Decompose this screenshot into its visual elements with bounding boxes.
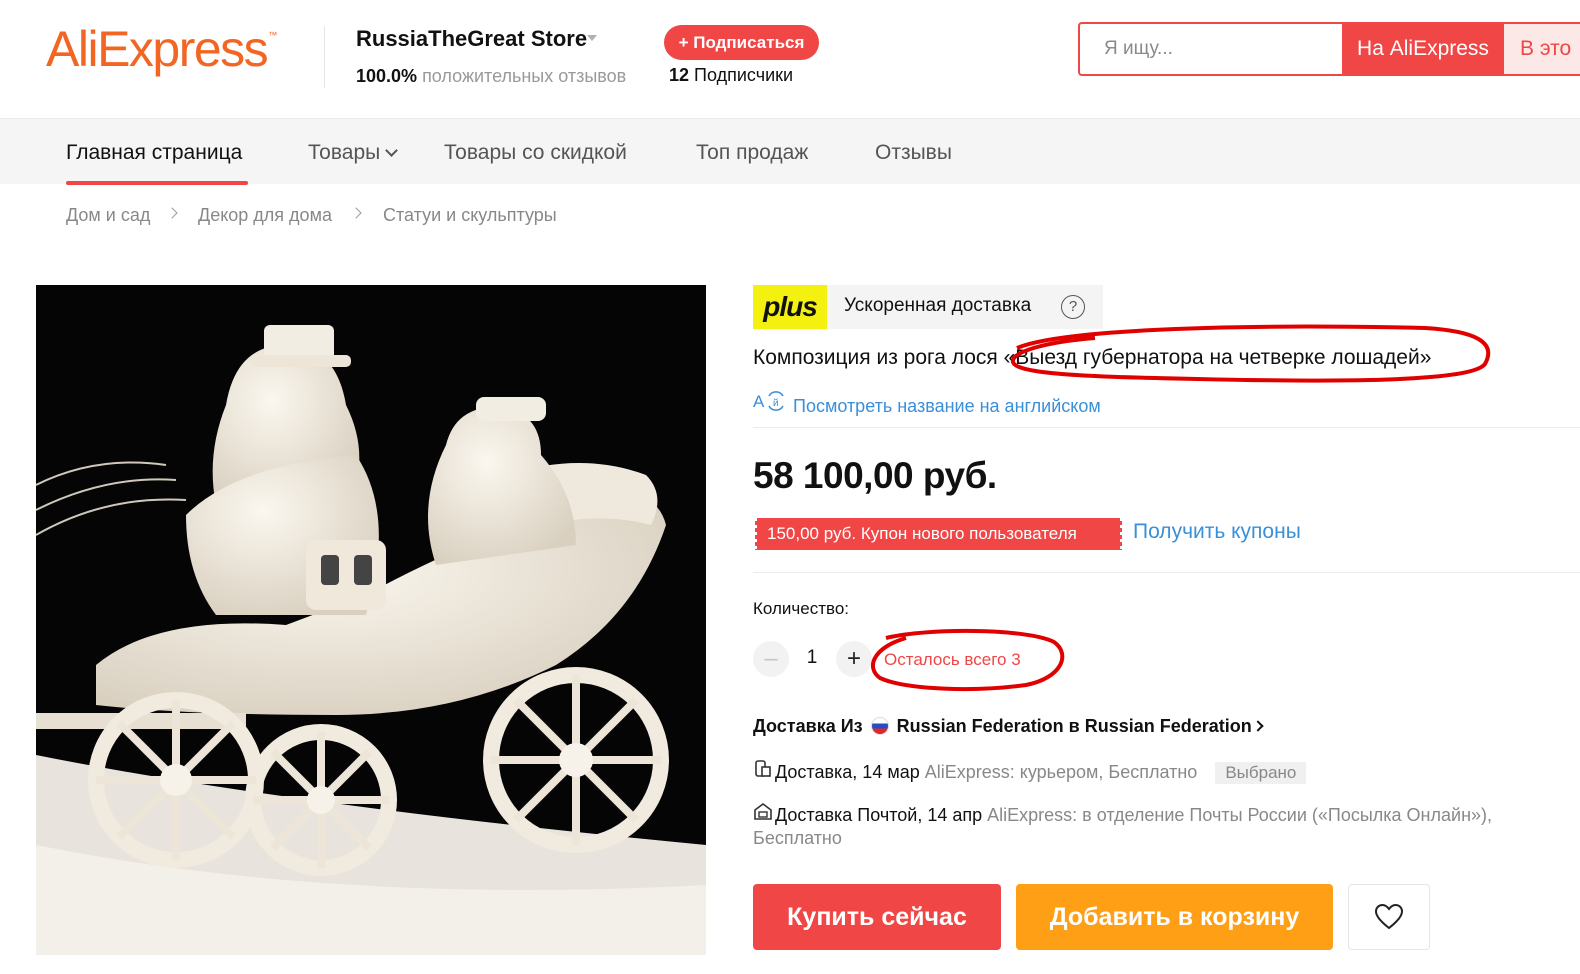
breadcrumb-home-garden[interactable]: Дом и сад [66, 205, 150, 226]
plus-delivery-label: Ускоренная доставка [844, 295, 1032, 316]
aliexpress-logo[interactable]: AliExpress™ [46, 20, 277, 78]
plus-logo: plus [753, 285, 827, 329]
chevron-right-icon [1252, 720, 1264, 732]
selected-tag: Выбрано [1215, 762, 1307, 784]
shipping-option-post[interactable]: Доставка Почтой, 14 апр AliExpress: в от… [753, 801, 1492, 826]
help-icon[interactable]: ? [1061, 295, 1085, 319]
active-tab-indicator [66, 181, 248, 185]
divider [753, 427, 1580, 428]
search-input[interactable] [1080, 24, 1342, 74]
new-user-coupon-tag: 150,00 руб. Купон нового пользователя [753, 518, 1124, 550]
shipping-option-courier[interactable]: Доставка, 14 мар AliExpress: курьером, Б… [753, 758, 1307, 784]
courier-icon [753, 758, 775, 783]
search-store-button[interactable]: В это [1504, 24, 1580, 74]
product-title: Композиция из рога лося «Выезд губернато… [753, 346, 1432, 369]
quantity-value[interactable]: 1 [800, 647, 824, 669]
quantity-increase-button[interactable]: + [836, 641, 872, 677]
chevron-down-icon[interactable] [587, 35, 597, 41]
add-to-cart-button[interactable]: Добавить в корзину [1016, 884, 1333, 950]
svg-text:й: й [773, 398, 779, 409]
carriage-sculpture-image [36, 285, 706, 955]
plus-delivery-badge: plus Ускоренная доставка ? [753, 285, 1103, 329]
tab-top-sales[interactable]: Топ продаж [696, 141, 808, 165]
breadcrumb-home-decor[interactable]: Декор для дома [198, 205, 332, 226]
get-coupons-link[interactable]: Получить купоны [1133, 520, 1301, 544]
tab-reviews[interactable]: Отзывы [875, 141, 952, 165]
store-rating: 100.0% положительных отзывов [356, 66, 627, 86]
heart-icon [1374, 903, 1404, 930]
tab-discounted[interactable]: Товары со скидкой [444, 141, 627, 165]
quantity-decrease-button[interactable]: – [753, 641, 789, 677]
search-aliexpress-button[interactable]: На AliExpress [1342, 24, 1504, 74]
svg-text:A: A [753, 392, 765, 411]
store-nav: Главная страница Товары Товары со скидко… [0, 118, 1580, 185]
tab-products[interactable]: Товары [308, 141, 399, 165]
wishlist-button[interactable] [1348, 884, 1430, 950]
russia-flag-icon [870, 717, 889, 735]
breadcrumb-statues[interactable]: Статуи и скульптуры [383, 205, 557, 226]
stock-left-text: Осталось всего 3 [884, 650, 1021, 669]
tab-home[interactable]: Главная страница [66, 141, 242, 165]
followers-count: 12 Подписчики [669, 65, 794, 85]
chevron-down-icon [385, 144, 399, 157]
search-bar: На AliExpress В это [1078, 22, 1580, 76]
translate-title-link[interactable]: Aй Посмотреть название на английском [753, 390, 1101, 417]
store-header: AliExpress™ RussiaTheGreat Store 100.0% … [0, 0, 1580, 118]
chevron-right-icon [166, 207, 178, 219]
translate-icon: Aй [753, 390, 793, 417]
subscribe-button[interactable]: + Подписаться [664, 25, 819, 60]
header-divider [324, 26, 325, 88]
shipping-post-cost: Бесплатно [753, 828, 842, 848]
product-image[interactable] [36, 285, 706, 955]
divider [753, 572, 1580, 573]
store-name[interactable]: RussiaTheGreat Store [356, 26, 587, 52]
quantity-label: Количество: [753, 599, 850, 618]
chevron-right-icon [350, 207, 362, 219]
delivery-route-link[interactable]: Доставка Из Russian Federation в Russian… [753, 716, 1264, 737]
buy-now-button[interactable]: Купить сейчас [753, 884, 1001, 950]
post-office-icon [753, 801, 775, 826]
product-price: 58 100,00 руб. [753, 455, 997, 496]
